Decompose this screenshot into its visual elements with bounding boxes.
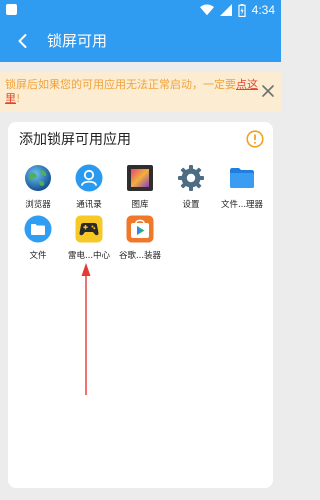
annotation-arrow-icon — [81, 263, 91, 395]
